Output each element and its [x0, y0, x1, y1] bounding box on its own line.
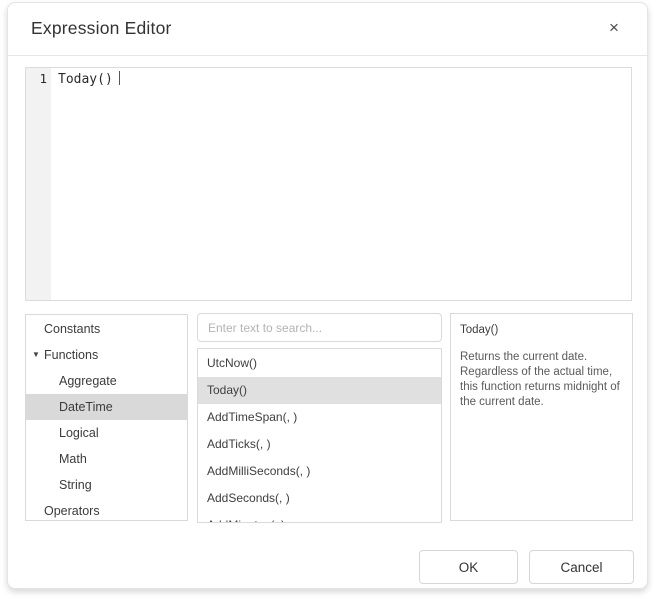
cancel-button[interactable]: Cancel — [529, 550, 634, 584]
expression-editor-dialog: Expression Editor × 1 Today() Constants ▼… — [7, 2, 648, 589]
function-list-item[interactable]: AddMilliSeconds(, ) — [198, 458, 441, 485]
function-list-item[interactable]: AddTicks(, ) — [198, 431, 441, 458]
function-list-item[interactable]: UtcNow() — [198, 350, 441, 377]
tree-item-label: Math — [59, 452, 87, 466]
editor-code-area[interactable]: Today() — [51, 68, 631, 300]
tree-item-label: String — [59, 478, 92, 492]
expression-text: Today() — [58, 72, 113, 87]
function-list-item[interactable]: Today() — [198, 377, 441, 404]
tree-item-logical[interactable]: Logical — [26, 420, 187, 446]
tree-item-functions[interactable]: ▼ Functions — [26, 342, 187, 368]
function-list-item[interactable]: AddTimeSpan(, ) — [198, 404, 441, 431]
tree-item-label: DateTime — [59, 400, 113, 414]
tree-item-label: Aggregate — [59, 374, 117, 388]
line-number: 1 — [26, 68, 51, 86]
tree-item-operators[interactable]: Operators — [26, 498, 187, 521]
close-icon[interactable]: × — [603, 17, 625, 39]
tree-item-math[interactable]: Math — [26, 446, 187, 472]
tree-item-label: Functions — [44, 348, 98, 362]
text-cursor-icon — [119, 71, 120, 85]
ok-button[interactable]: OK — [419, 550, 518, 584]
expand-arrow-icon[interactable]: ▼ — [32, 342, 40, 368]
expression-code-editor[interactable]: 1 Today() — [25, 67, 632, 301]
tree-item-label: Logical — [59, 426, 99, 440]
description-title: Today() — [460, 324, 623, 336]
function-list-item[interactable]: AddMinutes(, ) — [198, 512, 441, 523]
function-list: UtcNow()Today()AddTimeSpan(, )AddTicks(,… — [197, 348, 442, 523]
description-panel: Today() Returns the current date. Regard… — [450, 313, 633, 521]
tree-item-constants[interactable]: Constants — [26, 316, 187, 342]
editor-gutter: 1 — [26, 68, 51, 300]
search-input[interactable] — [197, 313, 442, 342]
tree-item-label: Operators — [44, 504, 100, 518]
dialog-titlebar: Expression Editor × — [8, 3, 647, 56]
category-tree: Constants ▼ Functions Aggregate DateTime Logi… — [25, 314, 188, 521]
tree-item-datetime[interactable]: DateTime — [26, 394, 187, 420]
function-list-item[interactable]: AddSeconds(, ) — [198, 485, 441, 512]
tree-item-aggregate[interactable]: Aggregate — [26, 368, 187, 394]
tree-item-label: Constants — [44, 322, 100, 336]
description-text: Returns the current date. Regardless of … — [460, 350, 623, 410]
dialog-title: Expression Editor — [31, 18, 172, 39]
tree-item-string[interactable]: String — [26, 472, 187, 498]
